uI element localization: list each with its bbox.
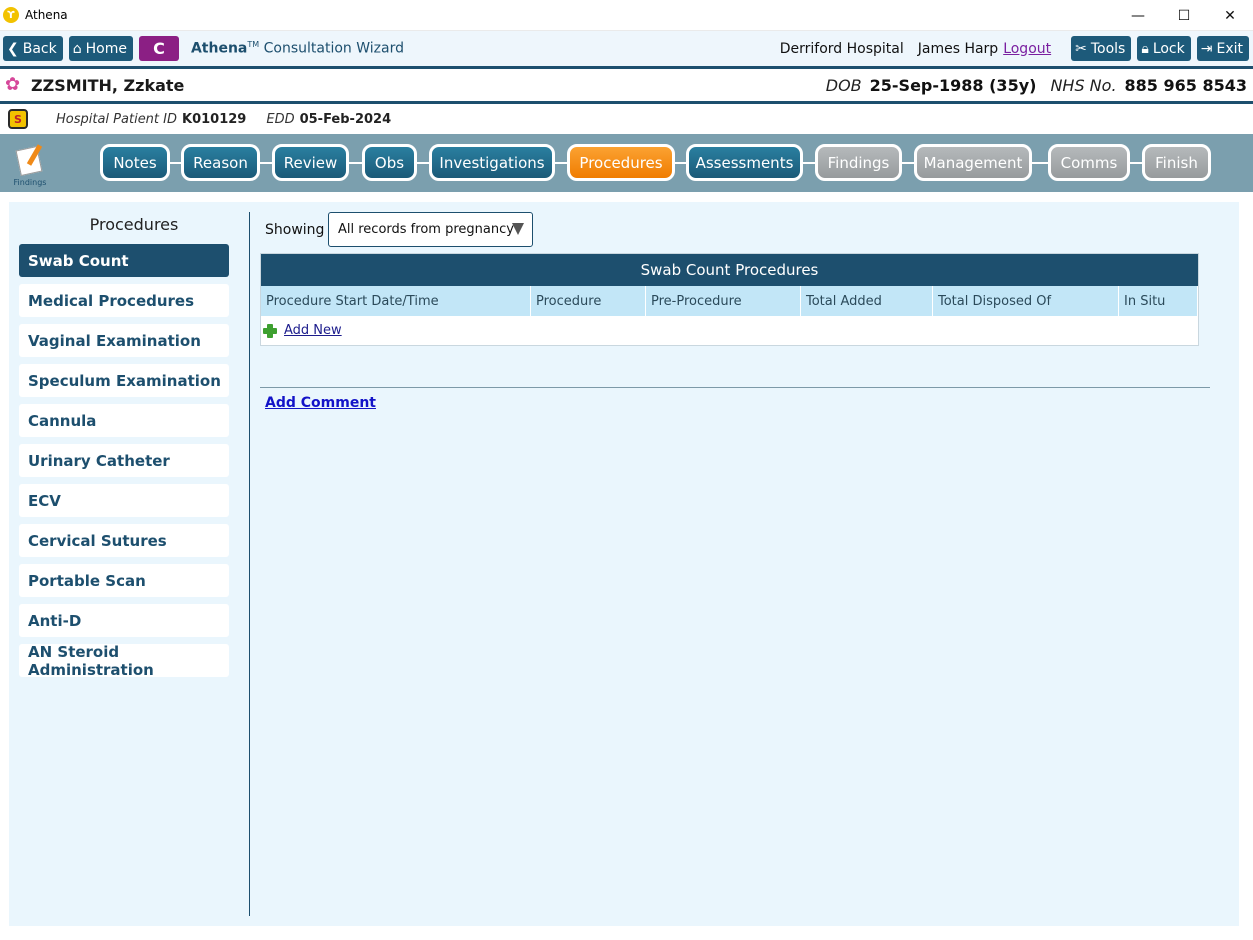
minimize-button[interactable]: — [1115, 0, 1161, 31]
dob-value: 25-Sep-1988 (35y) [869, 76, 1037, 95]
column-header-total-added: Total Added [801, 286, 933, 316]
patient-name: ZZSMITH, Zzkate [31, 75, 185, 95]
sidebar-item-swab-count[interactable]: Swab Count [19, 244, 229, 277]
sidebar-item-vaginal-examination[interactable]: Vaginal Examination [19, 324, 229, 357]
exit-button[interactable]: ⇥ Exit [1196, 36, 1249, 61]
records-filter-select[interactable]: All records from pregnancy [328, 212, 533, 247]
tools-button[interactable]: ✂ Tools [1071, 36, 1132, 61]
sidebar-item-medical-procedures[interactable]: Medical Procedures [19, 284, 229, 317]
column-header-procedure-start-date-time: Procedure Start Date/Time [261, 286, 531, 316]
step-assessments[interactable]: Assessments [686, 144, 803, 181]
edd-value: 05-Feb-2024 [299, 111, 392, 127]
column-header-in-situ: In Situ [1119, 286, 1198, 316]
step-notes[interactable]: Notes [100, 144, 170, 181]
wizard-title-text: Consultation Wizard [259, 40, 404, 57]
dob-label: DOB [825, 76, 862, 95]
findings-icon-caption: Findings [13, 178, 47, 187]
nhs-label: NHS No. [1050, 76, 1117, 95]
step-comms: Comms [1048, 144, 1130, 181]
column-header-total-disposed-of: Total Disposed Of [933, 286, 1119, 316]
step-reason[interactable]: Reason [181, 144, 260, 181]
table-header-row: Procedure Start Date/Time Procedure Pre-Pr… [261, 286, 1198, 316]
wizard-step-bar: Findings Notes Reason Review Obs Investigati… [0, 134, 1253, 192]
c-button[interactable]: C [138, 36, 179, 61]
step-management: Management [914, 144, 1032, 181]
sidebar-item-anti-d[interactable]: Anti-D [19, 604, 229, 637]
back-button-label: Back [22, 40, 57, 57]
window-title: Athena [25, 8, 68, 22]
step-findings: Findings [815, 144, 902, 181]
sidebar-item-ecv[interactable]: ECV [19, 484, 229, 517]
tools-icon: ✂ [1075, 40, 1087, 57]
toolbar-right: Derriford Hospital James Harp Logout ✂ T… [780, 36, 1249, 61]
swab-count-table: Swab Count Procedures Procedure Start Da… [260, 253, 1199, 346]
table-title: Swab Count Procedures [261, 254, 1198, 286]
flower-icon: ✿ [5, 74, 21, 95]
top-toolbar: ❮ Back ⌂ Home C AthenaTM Consultation Wi… [0, 31, 1253, 66]
add-new-link[interactable]: Add New [284, 323, 342, 338]
edd-label: EDD [266, 111, 295, 127]
content-divider [260, 387, 1210, 388]
home-button[interactable]: ⌂ Home [68, 36, 133, 61]
column-header-pre-procedure: Pre-Procedure [646, 286, 801, 316]
main-panel: Procedures Swab Count Medical Procedures V… [9, 202, 1239, 926]
findings-notepad-icon[interactable]: Findings [12, 144, 48, 188]
lock-icon: 🔒︎ [1141, 40, 1149, 57]
lock-button-label: Lock [1152, 40, 1185, 57]
exit-button-label: Exit [1216, 40, 1243, 57]
sidebar-item-urinary-catheter[interactable]: Urinary Catheter [19, 444, 229, 477]
wizard-trademark: TM [247, 40, 260, 50]
wizard-brand: Athena [190, 40, 248, 57]
patient-banner: ✿ ZZSMITH, Zzkate DOB 25-Sep-1988 (35y) … [0, 66, 1253, 104]
hospital-id-value: K010129 [182, 111, 247, 127]
chevron-left-icon: ❮ [7, 40, 19, 57]
home-button-label: Home [85, 40, 127, 57]
dropdown-caret-icon [512, 223, 524, 235]
logout-link[interactable]: Logout [1003, 41, 1051, 57]
user-name: James Harp [917, 40, 999, 57]
hospital-name: Derriford Hospital [779, 40, 904, 57]
home-icon: ⌂ [72, 40, 82, 57]
sidebar-item-cervical-sutures[interactable]: Cervical Sutures [19, 524, 229, 557]
add-comment-link[interactable]: Add Comment [265, 395, 376, 411]
step-obs[interactable]: Obs [362, 144, 417, 181]
records-filter-value: All records from pregnancy [338, 222, 514, 237]
hospital-id-label: Hospital Patient ID [56, 111, 177, 127]
step-procedures[interactable]: Procedures [567, 144, 675, 181]
column-header-procedure: Procedure [531, 286, 646, 316]
maximize-button[interactable]: ☐ [1161, 0, 1207, 31]
s-badge-icon[interactable]: S [8, 109, 28, 129]
wizard-title: AthenaTM Consultation Wizard [191, 40, 404, 57]
sidebar-divider [249, 212, 250, 916]
patient-identifiers: DOB 25-Sep-1988 (35y) NHS No. 885 965 85… [826, 76, 1247, 95]
close-window-button[interactable]: ✕ [1207, 0, 1253, 31]
add-new-row[interactable]: Add New [261, 316, 1198, 345]
tools-button-label: Tools [1090, 40, 1126, 57]
sidebar-item-speculum-examination[interactable]: Speculum Examination [19, 364, 229, 397]
add-plus-icon [263, 323, 277, 338]
window-controls: — ☐ ✕ [1115, 0, 1253, 31]
athena-logo-icon: ϒ [3, 7, 19, 23]
lock-button[interactable]: 🔒︎ Lock [1137, 36, 1191, 61]
step-review[interactable]: Review [272, 144, 349, 181]
nhs-value: 885 965 8543 [1124, 76, 1247, 95]
exit-icon: ⇥ [1200, 40, 1213, 57]
sidebar-item-portable-scan[interactable]: Portable Scan [19, 564, 229, 597]
step-finish: Finish [1142, 144, 1211, 181]
sidebar-title: Procedures [89, 215, 179, 234]
patient-info-row: S Hospital Patient ID K010129 EDD 05-Feb… [0, 104, 1253, 134]
sidebar-item-an-steroid-administration[interactable]: AN Steroid Administration [19, 643, 229, 679]
back-button[interactable]: ❮ Back [3, 36, 63, 61]
sidebar-item-cannula[interactable]: Cannula [19, 404, 229, 437]
window-titlebar: ϒ Athena — ☐ ✕ [0, 0, 1253, 31]
step-investigations[interactable]: Investigations [429, 144, 555, 181]
showing-label: Showing [265, 222, 325, 238]
